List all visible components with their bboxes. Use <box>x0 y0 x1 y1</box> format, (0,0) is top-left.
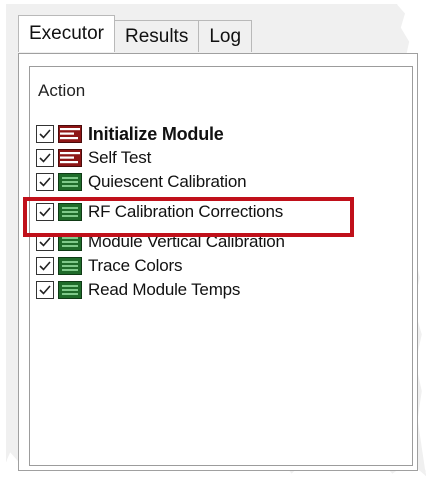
checkmark-icon <box>39 285 51 295</box>
action-checkbox[interactable] <box>36 203 54 221</box>
green-table-icon <box>58 173 82 191</box>
tab-bar: Executor Results Log <box>18 15 253 52</box>
green-table-icon <box>58 257 82 275</box>
action-label: Read Module Temps <box>88 280 241 299</box>
action-label: Module Vertical Calibration <box>88 232 285 251</box>
action-checkbox[interactable] <box>36 281 54 299</box>
checkmark-icon <box>39 153 51 163</box>
list-item[interactable]: Initialize Module <box>36 122 406 146</box>
action-column-header[interactable]: Action <box>38 81 85 101</box>
tab-results[interactable]: Results <box>113 20 200 52</box>
action-list-box: Action Initialize Module Self Test Quies… <box>29 66 413 466</box>
action-checkbox[interactable] <box>36 257 54 275</box>
action-checkbox[interactable] <box>36 149 54 167</box>
list-item[interactable]: Quiescent Calibration <box>36 170 406 194</box>
green-table-icon <box>58 203 82 221</box>
green-table-icon <box>58 281 82 299</box>
red-sequence-icon <box>58 149 82 167</box>
action-list: Initialize Module Self Test Quiescent Ca… <box>36 112 406 302</box>
list-item[interactable]: Read Module Temps <box>36 278 406 302</box>
action-checkbox[interactable] <box>36 173 54 191</box>
list-item[interactable]: Module Vertical Calibration <box>36 230 406 254</box>
green-table-icon <box>58 233 82 251</box>
action-label: Self Test <box>88 148 152 167</box>
checkmark-icon <box>39 237 51 247</box>
tab-executor[interactable]: Executor <box>18 15 115 52</box>
checkmark-icon <box>39 177 51 187</box>
action-label: Quiescent Calibration <box>88 172 247 191</box>
checkmark-icon <box>39 129 51 139</box>
red-sequence-icon <box>58 125 82 143</box>
checkmark-icon <box>39 207 51 217</box>
screenshot-stage: Executor Results Log Action Initialize M… <box>0 0 434 483</box>
action-label: Trace Colors <box>88 256 183 275</box>
list-item[interactable]: Trace Colors <box>36 254 406 278</box>
action-label: RF Calibration Corrections <box>88 202 284 221</box>
action-checkbox[interactable] <box>36 233 54 251</box>
tab-log[interactable]: Log <box>198 20 253 52</box>
executor-panel: Action Initialize Module Self Test Quies… <box>18 53 418 471</box>
checkmark-icon <box>39 261 51 271</box>
action-label: Initialize Module <box>88 123 224 144</box>
list-item[interactable]: Self Test <box>36 146 406 170</box>
list-item[interactable]: RF Calibration Corrections <box>36 200 406 224</box>
action-checkbox[interactable] <box>36 125 54 143</box>
